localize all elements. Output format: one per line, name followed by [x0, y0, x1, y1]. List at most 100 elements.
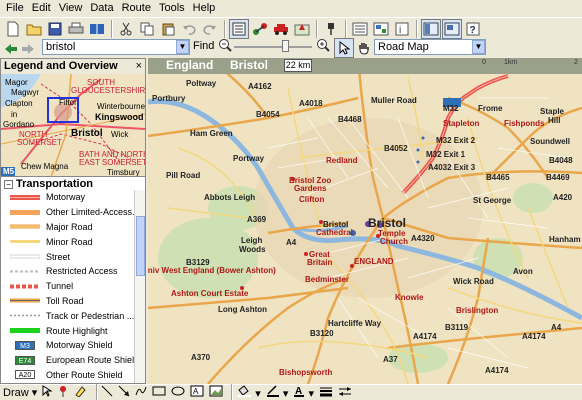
pan-hand-icon[interactable]	[354, 38, 374, 58]
zoom-in-icon[interactable]	[316, 38, 330, 55]
legend-symbol-icon	[10, 222, 40, 231]
open-folder-icon[interactable]	[24, 19, 44, 39]
fill-color-icon[interactable]: ▾	[236, 385, 261, 400]
map-place-label: B3119	[445, 323, 469, 332]
map-place-label: A4018	[299, 99, 323, 108]
legend-item-label: Restricted Access	[46, 266, 118, 277]
map-canvas[interactable]	[148, 58, 582, 384]
legend-item: Other Limited-Access...	[1, 205, 134, 220]
menu-edit[interactable]: Edit	[28, 0, 55, 17]
line-style-icon[interactable]	[319, 385, 333, 400]
legend-overview-toggle-icon[interactable]	[421, 18, 441, 39]
legend-item-label: Other Limited-Access...	[46, 207, 134, 218]
map-place-label: B3120	[310, 329, 334, 338]
menu-data[interactable]: Data	[86, 0, 117, 17]
map-place-label: Redland	[326, 156, 358, 165]
map-place-label: Britain	[307, 258, 333, 267]
oval-icon[interactable]	[171, 385, 185, 400]
legend-overview-pane: Legend and Overview × Magor Magwyr SOUTH…	[0, 58, 146, 384]
data-mapping-icon[interactable]	[371, 19, 391, 39]
paste-icon[interactable]	[158, 19, 178, 39]
highlighter-icon[interactable]	[74, 385, 88, 400]
menu-tools[interactable]: Tools	[155, 0, 189, 17]
location-dropdown-button[interactable]: ▼	[176, 40, 189, 54]
directions-list-icon[interactable]	[229, 18, 249, 39]
scale-label: 22 km	[284, 59, 312, 72]
zoom-out-icon[interactable]	[218, 38, 232, 55]
new-file-icon[interactable]	[3, 19, 23, 39]
car-icon[interactable]	[271, 19, 291, 39]
freeform-icon[interactable]	[135, 385, 147, 400]
legend-item: Tunnel	[1, 279, 134, 294]
legend-item-label: Toll Road	[46, 295, 84, 306]
undo-icon[interactable]	[179, 19, 199, 39]
menu-route[interactable]: Route	[118, 0, 155, 17]
legend-item-label: Track or Pedestrian ...	[46, 310, 134, 321]
overview-map[interactable]: Magor Magwyr SOUTH GLOUCESTERSHIRE Clapt…	[1, 74, 145, 177]
copy-icon[interactable]	[137, 19, 157, 39]
map-place-label: A420	[553, 193, 573, 202]
close-icon[interactable]: ×	[136, 59, 142, 74]
map-place-label: Pill Road	[166, 171, 201, 180]
menu-file[interactable]: File	[2, 0, 28, 17]
menu-view[interactable]: View	[55, 0, 87, 17]
overview-label: Clapton	[5, 99, 33, 108]
overview-label: Winterbourne	[97, 102, 145, 111]
legend-item: Restricted Access	[1, 264, 134, 279]
book-icon[interactable]	[87, 19, 107, 39]
line-icon[interactable]	[101, 385, 113, 400]
map-view[interactable]: England Bristol tol 22 km 0 1km 2 Portbu…	[148, 58, 582, 384]
zoom-slider-track[interactable]	[234, 46, 312, 48]
menu-help[interactable]: Help	[189, 0, 220, 17]
legend-scrollbar-thumb[interactable]	[136, 216, 145, 276]
legend-symbol-icon	[10, 267, 40, 276]
location-search-input[interactable]: bristol	[42, 39, 190, 55]
arrow-style-icon[interactable]	[338, 385, 352, 400]
back-arrow-icon[interactable]	[3, 39, 19, 59]
pushpin-draw-icon[interactable]	[57, 385, 69, 400]
toolbar-separator	[111, 19, 113, 38]
legend-symbol-icon	[10, 326, 40, 335]
map-place-label: Gardens	[294, 184, 327, 193]
legend-item-label: Route Highlight	[46, 325, 108, 336]
text-box-icon[interactable]: A	[190, 385, 204, 400]
rectangle-icon[interactable]	[152, 385, 166, 400]
legend-item: Minor Road	[1, 234, 134, 249]
select-pointer-icon[interactable]	[334, 38, 354, 58]
map-style-dropdown-button[interactable]: ▼	[472, 40, 485, 54]
overview-viewport-box[interactable]	[47, 97, 79, 123]
zoom-slider-thumb[interactable]	[282, 40, 290, 52]
arrow-icon[interactable]	[118, 385, 130, 400]
info-icon[interactable]: i	[392, 19, 412, 39]
line-color-icon[interactable]: ▾	[266, 385, 288, 400]
map-style-select[interactable]: Road Map	[374, 39, 486, 55]
legend-group-title: Transportation	[16, 178, 94, 190]
map-place-label: A4174	[485, 366, 509, 375]
help-icon[interactable]: ?	[463, 19, 483, 39]
map-place-label: A369	[247, 215, 267, 224]
save-icon[interactable]	[45, 19, 65, 39]
find-nearby-icon[interactable]	[350, 19, 370, 39]
forward-arrow-icon[interactable]	[20, 39, 36, 59]
image-icon[interactable]	[209, 385, 223, 400]
legend-group-header[interactable]: − Transportation	[1, 177, 145, 191]
select-pointer-icon[interactable]	[42, 385, 53, 400]
overview-map-toggle-icon[interactable]	[442, 18, 462, 39]
map-place-label: Portway	[233, 154, 265, 163]
print-icon[interactable]	[66, 19, 86, 39]
legend-pane-header: Legend and Overview ×	[1, 59, 145, 74]
legend-scrollbar[interactable]	[134, 190, 145, 383]
font-color-icon[interactable]: A ▾	[293, 385, 314, 400]
svg-text:A: A	[193, 387, 199, 396]
map-place-label: B4465	[486, 173, 510, 182]
cut-icon[interactable]	[116, 19, 136, 39]
overview-label: Bristol	[71, 128, 103, 139]
push-pin-icon[interactable]	[321, 19, 341, 39]
map-pin-icon[interactable]	[292, 19, 312, 39]
route-planner-icon[interactable]	[250, 19, 270, 39]
map-place-label: Hill	[548, 116, 561, 125]
find-button[interactable]: Find	[193, 40, 214, 52]
legend-symbol-icon: E74	[10, 355, 40, 365]
draw-menu-button[interactable]: Draw ▾	[3, 386, 37, 399]
redo-icon[interactable]	[200, 19, 220, 39]
